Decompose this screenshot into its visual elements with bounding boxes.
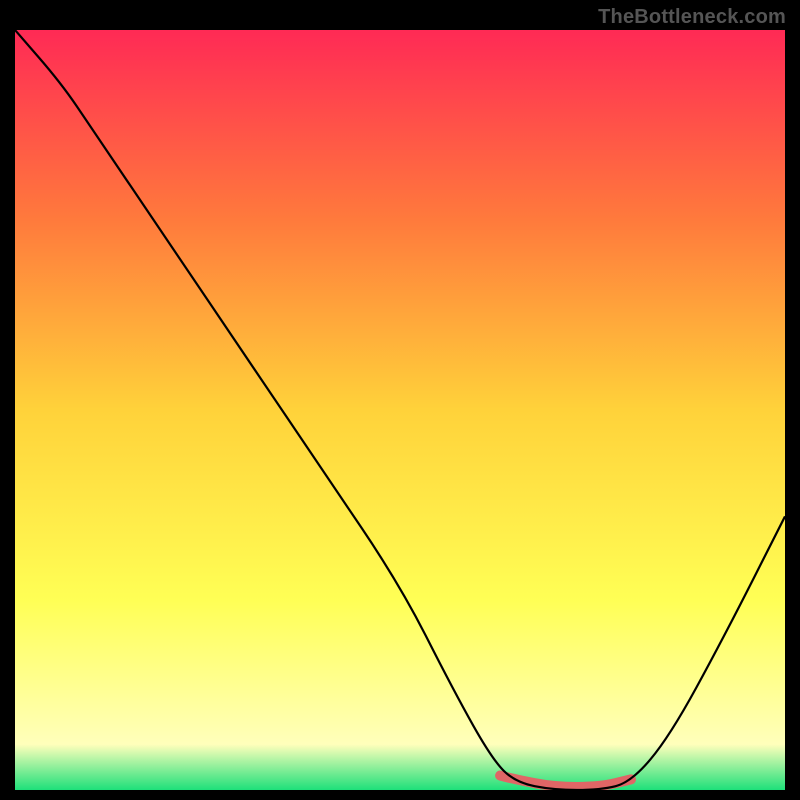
plot-area [15, 30, 785, 790]
chart-container: TheBottleneck.com [0, 0, 800, 800]
bottleneck-chart [15, 30, 785, 790]
watermark-text: TheBottleneck.com [598, 6, 786, 29]
gradient-background [15, 30, 785, 790]
